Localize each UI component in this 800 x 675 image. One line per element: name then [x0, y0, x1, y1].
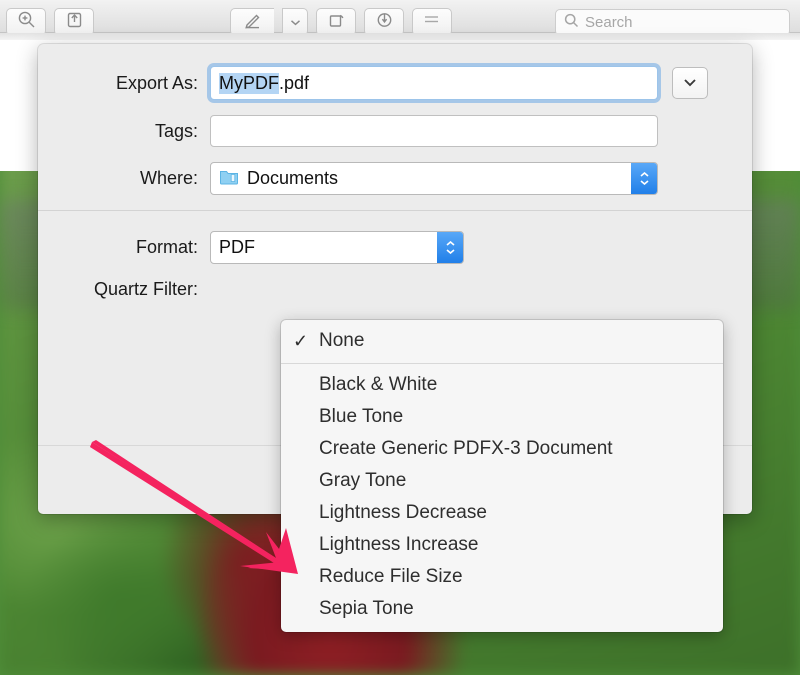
toolbar-hairline	[0, 33, 800, 40]
share-icon	[66, 11, 83, 34]
menu-item-label: Black & White	[319, 374, 438, 395]
expand-browser-button[interactable]	[672, 67, 708, 99]
menu-item-black-and-white[interactable]: Black & White	[281, 369, 723, 401]
rotate-button[interactable]	[316, 8, 356, 36]
where-select[interactable]: Documents	[210, 162, 658, 195]
rotate-icon	[327, 11, 346, 34]
menu-item-label: Lightness Decrease	[319, 502, 487, 523]
markup-dropdown-button[interactable]	[282, 8, 308, 36]
export-dialog-top-section: Export As: MyPDF .pdf Tags: Where: Docum…	[38, 44, 752, 211]
filename-extension-text: .pdf	[279, 72, 310, 93]
folder-icon	[219, 168, 239, 190]
chevron-down-icon	[290, 13, 301, 31]
where-value-wrap: Documents	[219, 168, 631, 190]
share-button[interactable]	[54, 8, 94, 36]
format-select[interactable]: PDF	[210, 231, 464, 264]
export-as-label: Export As:	[115, 72, 198, 93]
format-stepper[interactable]	[437, 232, 463, 263]
where-label: Where:	[139, 168, 198, 188]
zoom-in-button[interactable]	[6, 8, 46, 36]
tags-input[interactable]	[210, 115, 658, 147]
chevron-down-icon	[683, 74, 697, 92]
markup-button[interactable]	[230, 8, 274, 36]
menu-item-blue-tone[interactable]: Blue Tone	[281, 401, 723, 433]
filename-input[interactable]: MyPDF .pdf	[210, 66, 658, 100]
annotate-button[interactable]	[364, 8, 404, 36]
sidebar-button[interactable]	[412, 8, 452, 36]
menu-item-gray-tone[interactable]: Gray Tone	[281, 465, 723, 497]
export-dialog-options-section: Format: PDF Quartz Filter:	[38, 211, 752, 300]
format-label: Format:	[135, 237, 198, 257]
filename-selected-text: MyPDF	[219, 72, 279, 94]
menu-item-lightness-increase[interactable]: Lightness Increase	[281, 529, 723, 561]
annotate-icon	[375, 11, 394, 34]
zoom-in-icon	[17, 10, 36, 34]
menu-item-label: Gray Tone	[319, 470, 407, 491]
where-value: Documents	[247, 168, 339, 188]
export-as-row: Export As: MyPDF .pdf	[38, 66, 752, 100]
menu-item-label: None	[319, 330, 365, 351]
sidebar-icon	[423, 13, 442, 32]
markup-icon	[243, 11, 262, 34]
search-icon	[564, 13, 579, 32]
search-placeholder: Search	[585, 14, 633, 31]
where-stepper[interactable]	[631, 163, 657, 194]
menu-separator	[281, 363, 723, 364]
menu-item-label: Sepia Tone	[319, 598, 414, 619]
app-toolbar: Search	[0, 0, 800, 36]
search-input[interactable]: Search	[555, 9, 790, 36]
format-value: PDF	[219, 237, 255, 257]
menu-item-none[interactable]: ✓ None	[281, 325, 723, 357]
menu-item-label: Lightness Increase	[319, 534, 479, 555]
where-row: Where: Documents	[38, 162, 752, 195]
menu-item-reduce-file-size[interactable]: Reduce File Size	[281, 561, 723, 593]
tags-label: Tags:	[154, 120, 198, 141]
menu-item-sepia-tone[interactable]: Sepia Tone	[281, 593, 723, 625]
quartz-filter-row: Quartz Filter:	[38, 279, 752, 300]
menu-item-label: Blue Tone	[319, 406, 404, 427]
menu-item-label: Reduce File Size	[319, 566, 463, 587]
menu-item-label: Create Generic PDFX-3 Document	[319, 438, 613, 459]
checkmark-icon: ✓	[293, 330, 309, 351]
menu-item-lightness-decrease[interactable]: Lightness Decrease	[281, 497, 723, 529]
tags-row: Tags:	[38, 115, 752, 147]
menu-item-create-generic-pdfx3-document[interactable]: Create Generic PDFX-3 Document	[281, 433, 723, 465]
quartz-filter-menu[interactable]: ✓ None Black & White Blue Tone Create Ge…	[281, 320, 723, 632]
quartz-filter-label: Quartz Filter:	[93, 279, 198, 299]
format-row: Format: PDF	[38, 231, 752, 264]
